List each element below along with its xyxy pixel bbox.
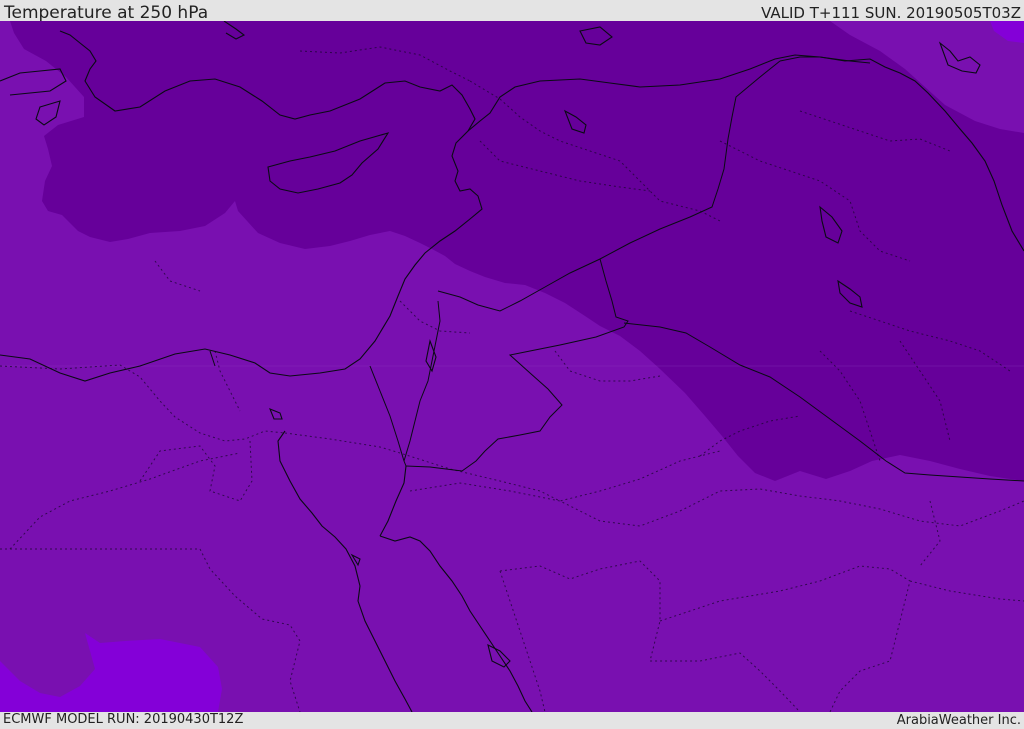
map-canvas[interactable] — [0, 21, 1024, 712]
credit-label: ArabiaWeather Inc. — [896, 713, 1021, 728]
model-run-label: ECMWF MODEL RUN: 20190430T12Z — [3, 712, 244, 727]
map-viewer: Temperature at 250 hPa VALID T+111 SUN. … — [0, 0, 1024, 729]
valid-time: VALID T+111 SUN. 20190505T03Z — [761, 4, 1021, 22]
map-title: Temperature at 250 hPa — [4, 3, 209, 23]
temperature-map[interactable] — [0, 21, 1024, 712]
header-bar: Temperature at 250 hPa VALID T+111 SUN. … — [0, 0, 1024, 23]
footer-bar: ECMWF MODEL RUN: 20190430T12Z ArabiaWeat… — [0, 712, 1024, 729]
